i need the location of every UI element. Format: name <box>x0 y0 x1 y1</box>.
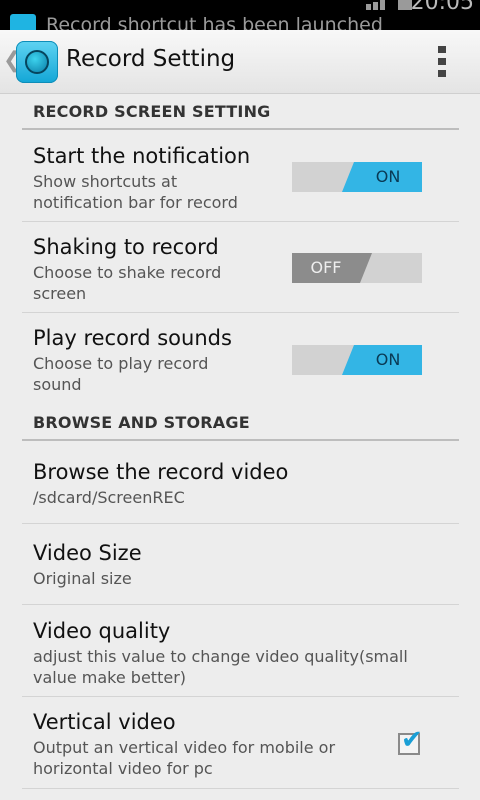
status-notification-text: Record shortcut has been launched <box>46 14 383 30</box>
setting-start-notification[interactable]: Start the notification Show shortcuts at… <box>22 130 459 222</box>
setting-summary: adjust this value to change video qualit… <box>33 647 408 687</box>
record-lens <box>25 50 49 74</box>
setting-summary: Choose to play record sound <box>33 354 209 394</box>
sounds-toggle[interactable]: ON <box>292 345 422 375</box>
setting-title: Video quality <box>33 619 171 643</box>
status-time: 20:05 <box>410 0 474 15</box>
setting-browse-video[interactable]: Browse the record video /sdcard/ScreenRE… <box>22 441 459 524</box>
signal-icon <box>380 0 385 10</box>
setting-video-quality[interactable]: Video quality adjust this value to chang… <box>22 605 459 697</box>
setting-shaking-record[interactable]: Shaking to record Choose to shake record… <box>22 222 459 313</box>
checkmark-icon: ✔ <box>401 725 423 755</box>
notification-toggle[interactable]: ON <box>292 162 422 192</box>
section-header-browse-storage: BROWSE AND STORAGE <box>22 405 459 441</box>
record-notification-icon <box>10 14 36 30</box>
setting-summary: Choose to shake record screen <box>33 263 222 303</box>
setting-video-size[interactable]: Video Size Original size <box>22 524 459 605</box>
vertical-video-checkbox[interactable]: ✔ <box>398 725 423 755</box>
overflow-menu-icon[interactable] <box>428 44 456 80</box>
setting-title: Browse the record video <box>33 460 289 484</box>
shake-toggle[interactable]: OFF <box>292 253 422 283</box>
setting-summary: Original size <box>33 569 132 588</box>
toggle-label: ON <box>375 350 401 369</box>
settings-list: RECORD SCREEN SETTING Start the notifica… <box>22 94 459 789</box>
setting-summary: Output an vertical video for mobile or h… <box>33 738 336 778</box>
action-bar: ❮ Record Setting <box>0 30 480 94</box>
setting-title: Video Size <box>33 541 142 565</box>
setting-title: Vertical video <box>33 710 176 734</box>
toggle-label: ON <box>375 167 401 186</box>
page-title: Record Setting <box>66 46 236 72</box>
setting-vertical-video[interactable]: Vertical video Output an vertical video … <box>22 697 459 789</box>
section-header-record-screen: RECORD SCREEN SETTING <box>22 94 459 130</box>
app-record-icon[interactable] <box>16 41 58 83</box>
setting-play-sounds[interactable]: Play record sounds Choose to play record… <box>22 313 459 405</box>
toggle-label: OFF <box>310 258 342 277</box>
status-bar: Record shortcut has been launched 20:05 <box>0 0 480 30</box>
signal-icon <box>366 4 371 10</box>
setting-summary: /sdcard/ScreenREC <box>33 488 185 507</box>
setting-summary: Show shortcuts at notification bar for r… <box>33 172 238 212</box>
signal-icon <box>373 2 378 10</box>
